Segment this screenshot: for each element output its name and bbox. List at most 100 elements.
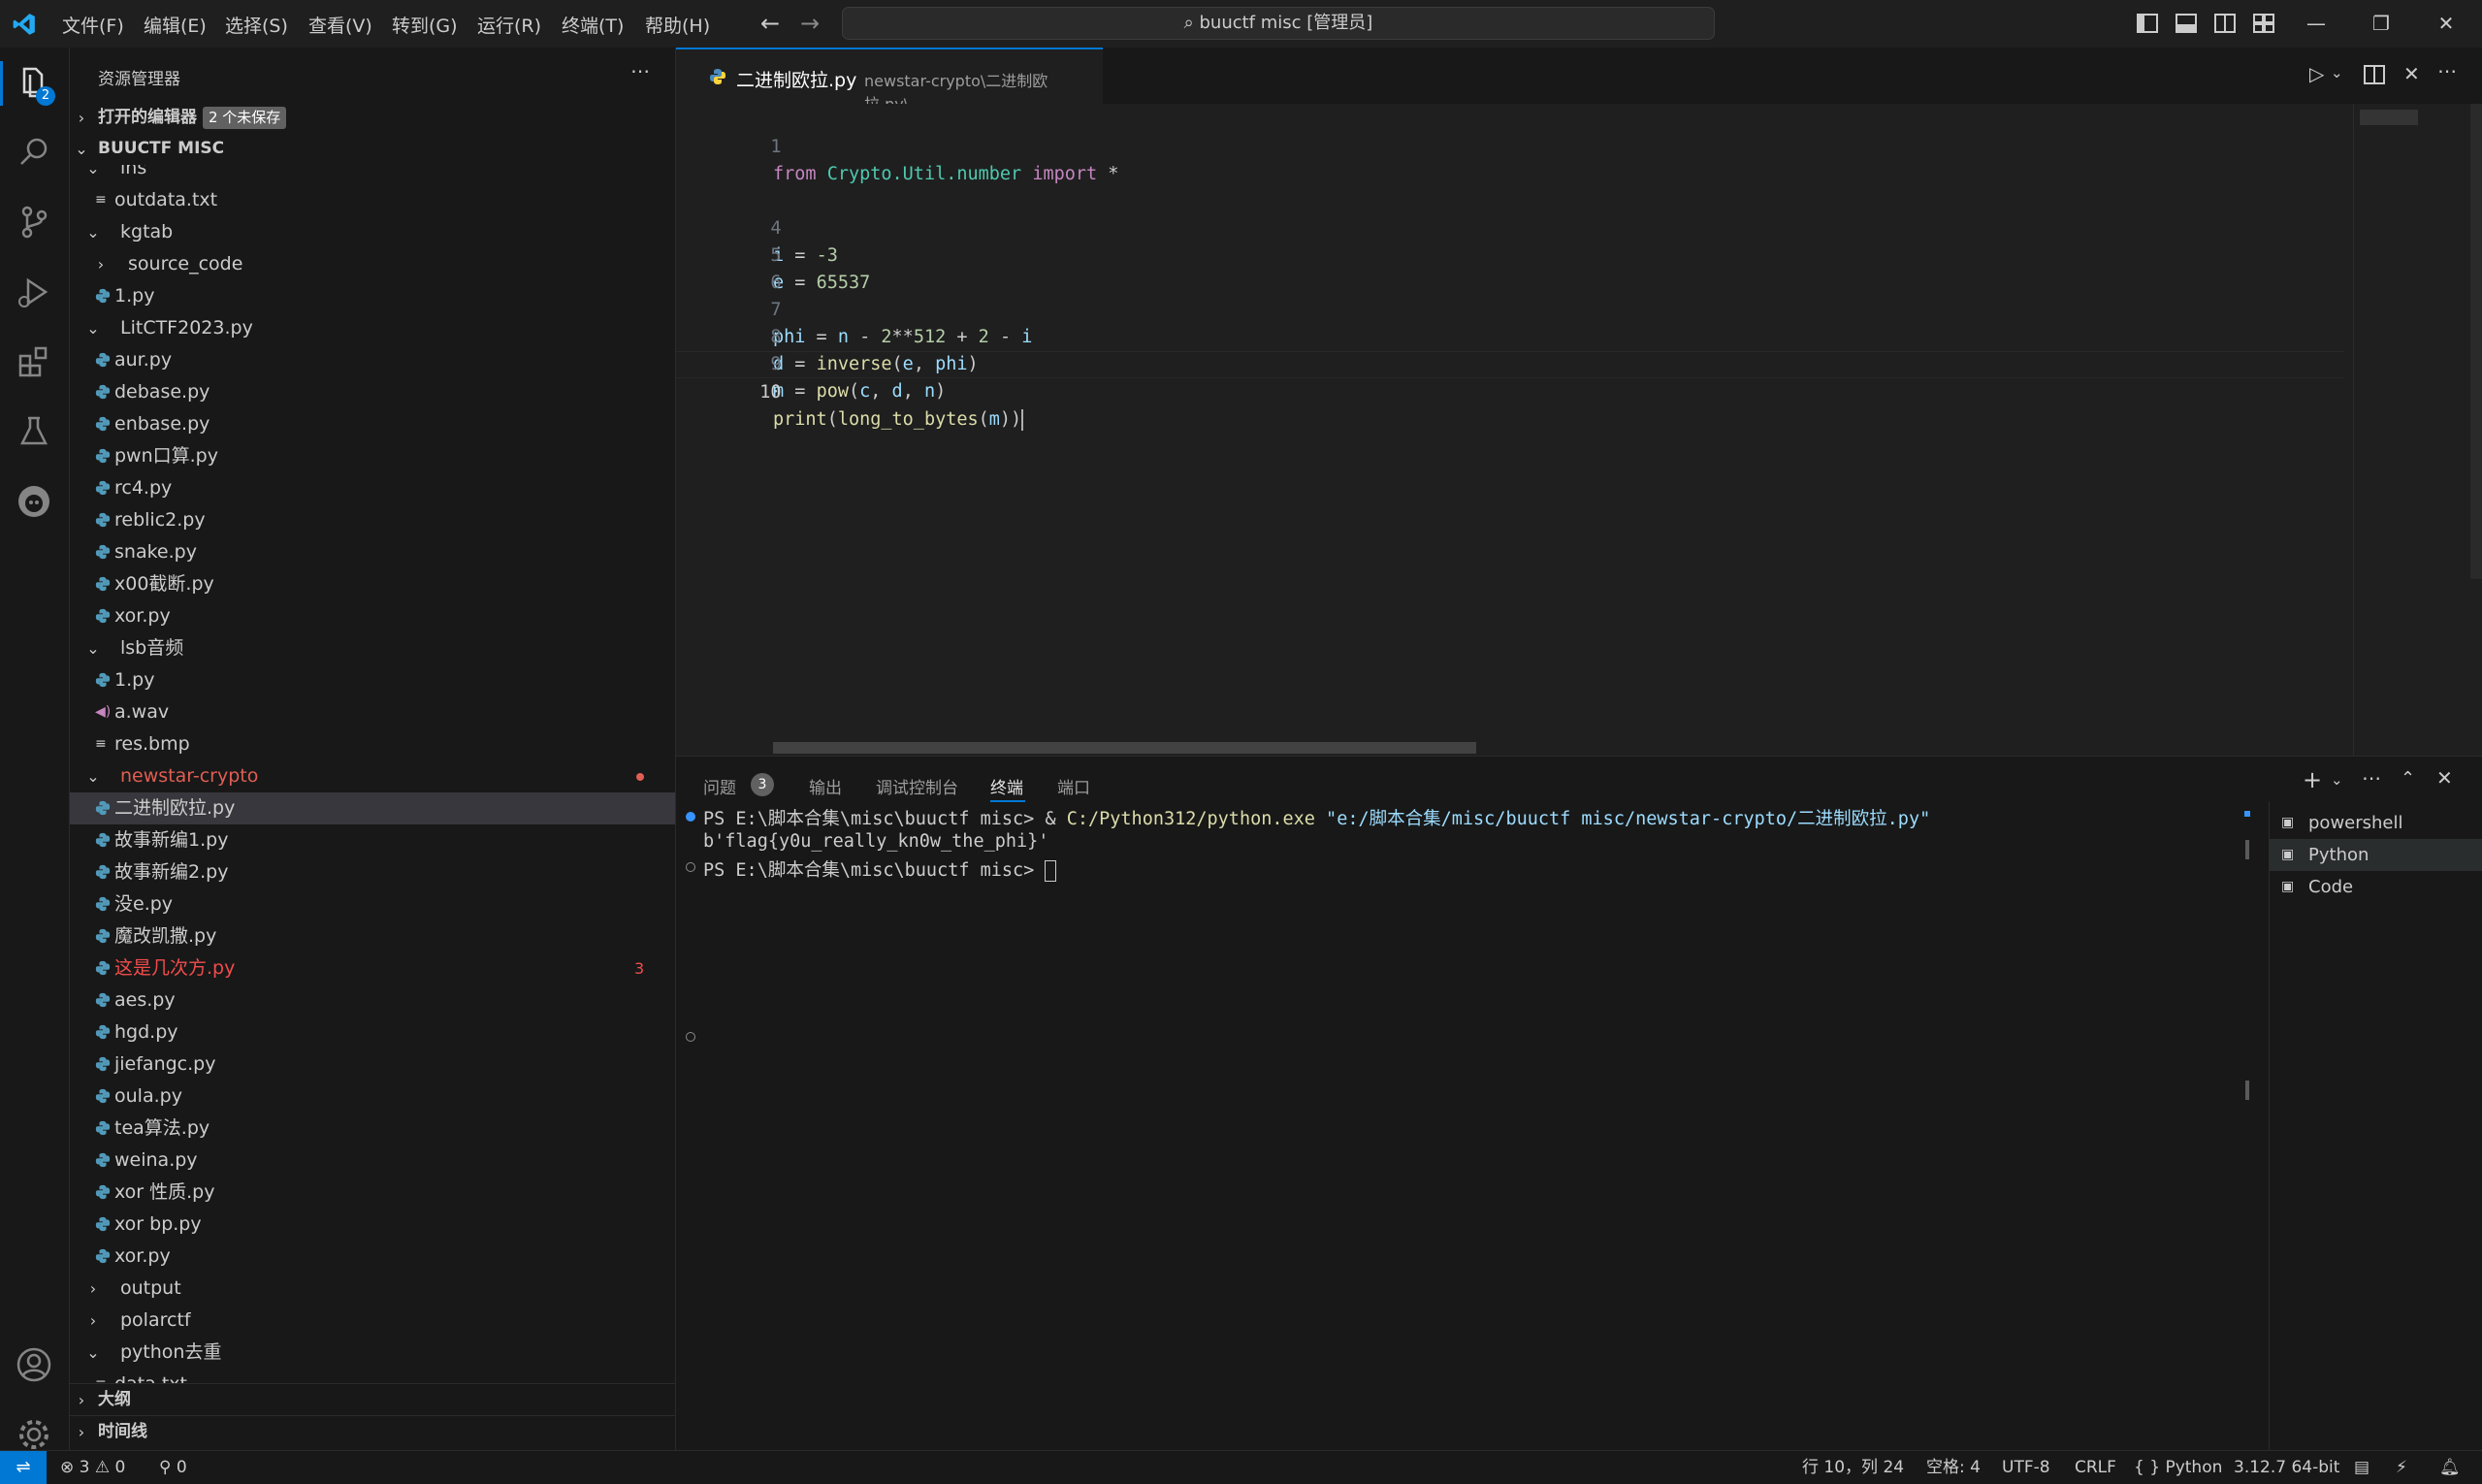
- open-editors-section[interactable]: › 打开的编辑器 2 个未保存: [70, 102, 675, 134]
- menu-help[interactable]: 帮助(H): [645, 12, 710, 38]
- python-interpreter[interactable]: 3.12.7 64-bit: [2234, 1451, 2339, 1484]
- terminal-item-python[interactable]: ▣ Python: [2270, 839, 2482, 871]
- back-arrow-icon[interactable]: ←: [760, 10, 780, 37]
- toggle-primary-sidebar-icon[interactable]: [2137, 14, 2158, 33]
- tree-folder[interactable]: ⌄ python去重: [70, 1337, 675, 1369]
- tree-file[interactable]: xor bp.py: [70, 1209, 675, 1241]
- tab-ports[interactable]: 端口: [1057, 774, 1090, 798]
- tree-file[interactable]: 没e.py: [70, 888, 675, 920]
- tree-folder[interactable]: › source_code: [70, 248, 675, 280]
- menu-run[interactable]: 运行(R): [477, 12, 541, 38]
- indentation[interactable]: 空格: 4: [1926, 1451, 1981, 1484]
- language-mode[interactable]: { } Python: [2134, 1451, 2222, 1484]
- tree-folder[interactable]: ⌄ ins: [70, 165, 675, 184]
- minimize-icon[interactable]: —: [2302, 10, 2331, 37]
- tree-file[interactable]: 故事新编2.py: [70, 856, 675, 888]
- tree-file[interactable]: 二进制欧拉.py: [70, 792, 675, 824]
- tree-file[interactable]: weina.py: [70, 1145, 675, 1177]
- tree-file[interactable]: tea算法.py: [70, 1113, 675, 1145]
- tree-file[interactable]: 这是几次方.py 3: [70, 952, 675, 984]
- tree-file[interactable]: 1.py: [70, 664, 675, 696]
- tree-file[interactable]: debase.py: [70, 376, 675, 408]
- terminal-output[interactable]: PS E:\脚本合集\misc\buuctf misc> & C:/Python…: [676, 801, 2252, 1451]
- line-ending[interactable]: CRLF: [2075, 1451, 2116, 1484]
- split-editor-icon[interactable]: [2364, 65, 2385, 84]
- search-icon[interactable]: [13, 131, 55, 174]
- tree-file[interactable]: ≡ outdata.txt: [70, 184, 675, 216]
- menu-terminal[interactable]: 终端(T): [562, 12, 624, 38]
- run-file-icon[interactable]: ▷: [2309, 62, 2324, 85]
- tree-file[interactable]: snake.py: [70, 536, 675, 568]
- tree-file[interactable]: jiefangc.py: [70, 1048, 675, 1081]
- tree-folder[interactable]: ⌄ LitCTF2023.py: [70, 312, 675, 344]
- menu-file[interactable]: 文件(F): [62, 12, 124, 38]
- horizontal-scrollbar[interactable]: [773, 742, 1476, 754]
- source-control-icon[interactable]: [13, 201, 55, 243]
- tab-debug-console[interactable]: 调试控制台: [876, 774, 958, 798]
- tree-file[interactable]: xor 性质.py: [70, 1177, 675, 1209]
- tree-folder[interactable]: ⌄ kgtab: [70, 216, 675, 248]
- tab-output[interactable]: 输出: [809, 774, 842, 798]
- run-debug-icon[interactable]: [13, 271, 55, 313]
- tree-file[interactable]: x00截断.py: [70, 568, 675, 600]
- github-copilot-icon[interactable]: [13, 480, 55, 523]
- customize-layout-icon[interactable]: [2253, 14, 2274, 33]
- tab-active-file[interactable]: 二进制欧拉.py newstar-crypto\二进制欧拉.py\...: [676, 48, 1103, 113]
- tree-file[interactable]: xor.py: [70, 600, 675, 632]
- maximize-panel-icon[interactable]: ⌃: [2401, 768, 2415, 789]
- terminal-item-powershell[interactable]: ▣ powershell: [2270, 807, 2482, 839]
- menu-go[interactable]: 转到(G): [392, 12, 458, 38]
- close-window-icon[interactable]: ✕: [2432, 10, 2461, 37]
- tree-file[interactable]: 故事新编1.py: [70, 824, 675, 856]
- toggle-panel-icon[interactable]: [2176, 14, 2197, 33]
- tree-file[interactable]: pwn口算.py: [70, 440, 675, 472]
- editor-more-icon[interactable]: ⋯: [2437, 59, 2457, 82]
- command-center-search[interactable]: ⌕ buuctf misc [管理员]: [842, 7, 1715, 40]
- terminal-scrollbar[interactable]: [2244, 801, 2250, 1451]
- close-panel-icon[interactable]: ✕: [2436, 766, 2453, 790]
- problems-status[interactable]: ⊗ 3 ⚠ 0: [60, 1451, 125, 1484]
- file-info-icon[interactable]: ▤: [2354, 1451, 2369, 1484]
- tree-file[interactable]: aes.py: [70, 984, 675, 1016]
- tree-file[interactable]: aur.py: [70, 344, 675, 376]
- forward-arrow-icon[interactable]: →: [800, 10, 820, 37]
- more-actions-icon[interactable]: ⋯: [630, 59, 650, 82]
- tree-folder[interactable]: › polarctf: [70, 1305, 675, 1337]
- tree-folder[interactable]: › output: [70, 1273, 675, 1305]
- tab-problems[interactable]: 问题: [703, 774, 736, 798]
- outline-section[interactable]: › 大纲: [70, 1383, 675, 1416]
- restore-icon[interactable]: ❐: [2367, 10, 2396, 37]
- run-dropdown-icon[interactable]: ⌄: [2331, 64, 2343, 81]
- tree-file[interactable]: oula.py: [70, 1081, 675, 1113]
- encoding[interactable]: UTF-8: [2002, 1451, 2050, 1484]
- tree-file[interactable]: 魔改凯撒.py: [70, 920, 675, 952]
- tree-file[interactable]: ◀) a.wav: [70, 696, 675, 728]
- remote-indicator-icon[interactable]: ⇌: [0, 1451, 47, 1484]
- tree-file[interactable]: enbase.py: [70, 408, 675, 440]
- new-terminal-icon[interactable]: +: [2303, 766, 2322, 793]
- code-editor[interactable]: 1 from Crypto.Util.number import * 2 c =…: [676, 104, 2482, 756]
- copilot-status-icon[interactable]: ⚡: [2396, 1451, 2407, 1484]
- terminal-item-code[interactable]: ▣ Code: [2270, 871, 2482, 903]
- extensions-icon[interactable]: [13, 340, 55, 383]
- timeline-section[interactable]: › 时间线: [70, 1415, 675, 1448]
- panel-more-icon[interactable]: ⋯: [2362, 766, 2381, 790]
- tree-file[interactable]: xor.py: [70, 1241, 675, 1273]
- tree-file[interactable]: ≡ res.bmp: [70, 728, 675, 760]
- tree-file[interactable]: hgd.py: [70, 1016, 675, 1048]
- close-editor-icon[interactable]: ✕: [2403, 62, 2420, 85]
- minimap[interactable]: [2353, 104, 2470, 756]
- menu-edit[interactable]: 编辑(E): [144, 12, 207, 38]
- menu-selection[interactable]: 选择(S): [225, 12, 288, 38]
- cursor-position[interactable]: 行 10，列 24: [1802, 1451, 1904, 1484]
- vertical-scrollbar[interactable]: [2470, 104, 2482, 579]
- toggle-secondary-sidebar-icon[interactable]: [2214, 14, 2236, 33]
- tab-terminal[interactable]: 终端: [990, 774, 1023, 798]
- tree-file[interactable]: ≡ data.txt: [70, 1369, 675, 1383]
- tree-file[interactable]: reblic2.py: [70, 504, 675, 536]
- tree-folder[interactable]: ⌄ lsb音频: [70, 632, 675, 664]
- tree-file[interactable]: rc4.py: [70, 472, 675, 504]
- accounts-icon[interactable]: [13, 1343, 55, 1386]
- terminal-dropdown-icon[interactable]: ⌄: [2331, 771, 2343, 789]
- ports-status[interactable]: ⚲ 0: [159, 1451, 187, 1484]
